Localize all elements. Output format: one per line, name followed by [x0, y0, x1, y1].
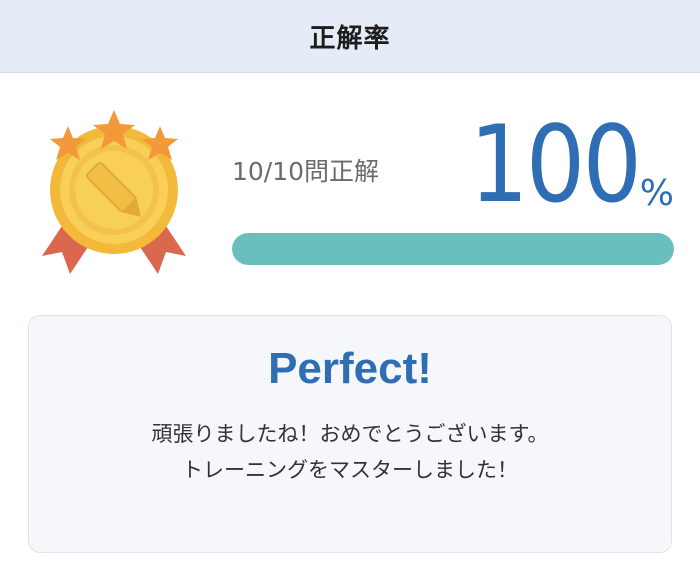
- progress-bar-fill: [232, 233, 674, 265]
- accuracy-percentage: 100 %: [446, 112, 674, 218]
- percent-sign: %: [639, 173, 674, 214]
- message-line-1: 頑張りましたね！おめでとうございます。: [151, 422, 549, 446]
- header-bar: 正解率: [0, 0, 700, 73]
- page-title: 正解率: [309, 23, 391, 54]
- correct-count-label: 10/10問正解: [232, 157, 380, 186]
- percent-value: 100: [469, 103, 643, 226]
- result-message: 頑張りましたね！おめでとうございます。 トレーニングをマスターしました！: [29, 416, 671, 488]
- gold-medal-icon: [42, 110, 186, 274]
- result-title: Perfect!: [268, 344, 432, 393]
- result-message-card: Perfect! 頑張りましたね！おめでとうございます。 トレーニングをマスター…: [28, 315, 672, 553]
- progress-bar: [232, 233, 674, 265]
- message-line-2: トレーニングをマスターしました！: [182, 458, 518, 482]
